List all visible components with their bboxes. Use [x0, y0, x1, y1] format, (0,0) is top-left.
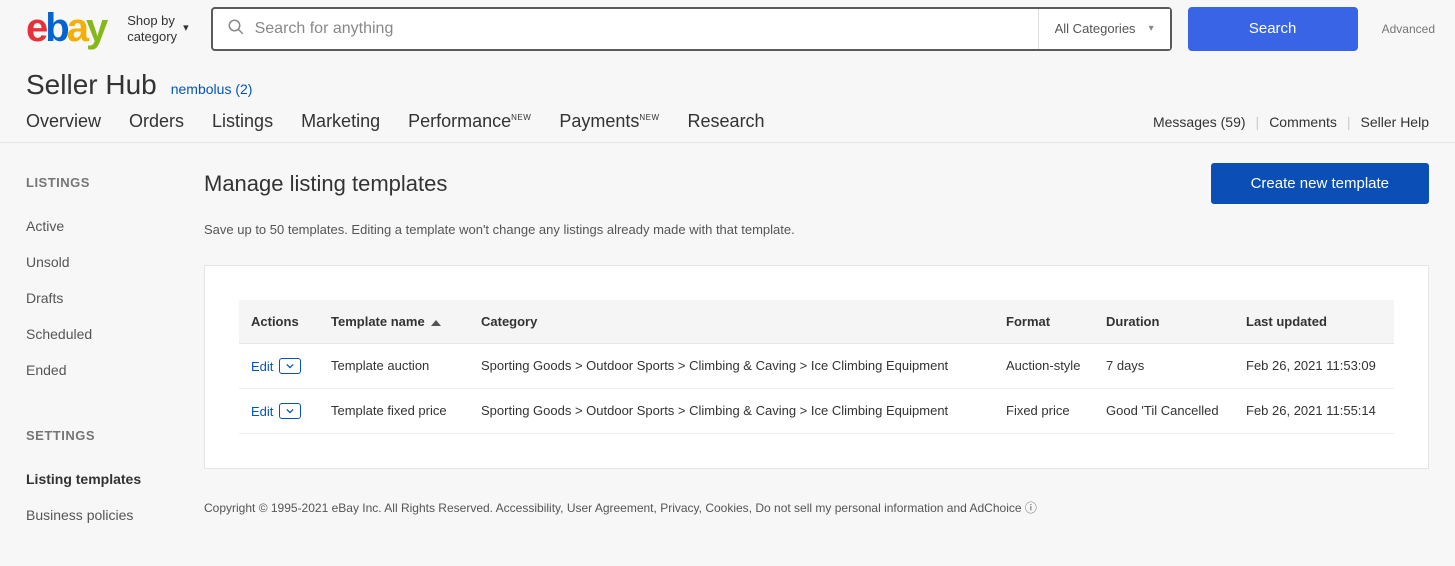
templates-table-card: Actions Template name Category Format Du… [204, 265, 1429, 469]
cell-duration: Good 'Til Cancelled [1094, 389, 1234, 434]
comments-link[interactable]: Comments [1269, 114, 1337, 130]
footer-copyright: Copyright © 1995-2021 eBay Inc. All Righ… [204, 501, 496, 515]
th-last-updated: Last updated [1234, 300, 1394, 344]
footer-cookies[interactable]: Cookies [705, 501, 748, 515]
cell-format: Fixed price [994, 389, 1094, 434]
sidebar-item-active[interactable]: Active [26, 208, 176, 244]
edit-link[interactable]: Edit [251, 359, 273, 374]
sidebar-item-drafts[interactable]: Drafts [26, 280, 176, 316]
row-actions-dropdown[interactable] [279, 358, 301, 374]
footer-donotsell[interactable]: Do not sell my personal information [755, 501, 943, 515]
username-link[interactable]: nembolus [171, 81, 232, 97]
sidebar-heading-listings: LISTINGS [26, 175, 176, 190]
tab-orders[interactable]: Orders [129, 111, 184, 132]
seller-hub-title: Seller Hub [26, 69, 157, 101]
page-subtext: Save up to 50 templates. Editing a templ… [204, 222, 1429, 237]
messages-link[interactable]: Messages (59) [1153, 114, 1246, 130]
th-duration: Duration [1094, 300, 1234, 344]
sidebar-item-ended[interactable]: Ended [26, 352, 176, 388]
tab-marketing[interactable]: Marketing [301, 111, 380, 132]
shop-by-category[interactable]: Shop by category ▾ [127, 13, 188, 44]
footer-user-agreement[interactable]: User Agreement [567, 501, 654, 515]
footer-privacy[interactable]: Privacy [660, 501, 698, 515]
tab-payments[interactable]: PaymentsNEW [559, 111, 659, 132]
row-actions-dropdown[interactable] [279, 403, 301, 419]
cell-duration: 7 days [1094, 344, 1234, 389]
header-bar: ebay Shop by category ▾ All Categories ▾… [0, 0, 1455, 61]
cell-last-updated: Feb 26, 2021 11:53:09 [1234, 344, 1394, 389]
tab-overview[interactable]: Overview [26, 111, 101, 132]
search-icon [227, 18, 245, 39]
sub-header: Seller Hub nembolus (2) [0, 61, 1455, 107]
table-row: Edit Template fixed price Sporting Goods… [239, 389, 1394, 434]
edit-link[interactable]: Edit [251, 404, 273, 419]
advanced-link[interactable]: Advanced [1382, 22, 1435, 36]
search-button[interactable]: Search [1188, 7, 1358, 51]
nav-tabs: Overview Orders Listings Marketing Perfo… [26, 111, 765, 132]
search-input[interactable] [255, 9, 1038, 49]
table-row: Edit Template auction Sporting Goods > O… [239, 344, 1394, 389]
cell-category: Sporting Goods > Outdoor Sports > Climbi… [469, 344, 994, 389]
adchoice-icon: ⓘ [1025, 501, 1037, 515]
shop-by-line1: Shop by [127, 13, 175, 28]
sidebar-item-business-policies[interactable]: Business policies [26, 497, 176, 533]
shop-by-line2: category [127, 29, 177, 44]
tab-research[interactable]: Research [688, 111, 765, 132]
page-title: Manage listing templates [204, 171, 447, 197]
th-template-name[interactable]: Template name [319, 300, 469, 344]
ebay-logo[interactable]: ebay [26, 6, 105, 51]
templates-table: Actions Template name Category Format Du… [239, 300, 1394, 434]
th-actions: Actions [239, 300, 319, 344]
sidebar-heading-settings: SETTINGS [26, 428, 176, 443]
create-new-template-button[interactable]: Create new template [1211, 163, 1429, 204]
main-panel: Manage listing templates Create new temp… [204, 163, 1429, 536]
right-links: Messages (59) | Comments | Seller Help [1153, 114, 1429, 130]
seller-help-link[interactable]: Seller Help [1361, 114, 1429, 130]
user-count[interactable]: (2) [235, 81, 252, 97]
th-format: Format [994, 300, 1094, 344]
tab-listings[interactable]: Listings [212, 111, 273, 132]
category-select[interactable]: All Categories [1038, 9, 1170, 49]
tab-performance[interactable]: PerformanceNEW [408, 111, 531, 132]
cell-template-name: Template auction [319, 344, 469, 389]
sidebar-item-unsold[interactable]: Unsold [26, 244, 176, 280]
nav-row: Overview Orders Listings Marketing Perfo… [0, 107, 1455, 143]
cell-format: Auction-style [994, 344, 1094, 389]
footer: Copyright © 1995-2021 eBay Inc. All Righ… [204, 499, 1429, 536]
footer-accessibility[interactable]: Accessibility [496, 501, 560, 515]
th-category: Category [469, 300, 994, 344]
footer-adchoice[interactable]: AdChoice [970, 501, 1022, 515]
cell-template-name: Template fixed price [319, 389, 469, 434]
sidebar-item-listing-templates[interactable]: Listing templates [26, 461, 176, 497]
search-bar: All Categories ▾ [211, 7, 1172, 51]
cell-category: Sporting Goods > Outdoor Sports > Climbi… [469, 389, 994, 434]
sidebar: LISTINGS Active Unsold Drafts Scheduled … [26, 163, 176, 536]
content: LISTINGS Active Unsold Drafts Scheduled … [0, 143, 1455, 566]
sidebar-item-scheduled[interactable]: Scheduled [26, 316, 176, 352]
chevron-down-icon: ▾ [183, 22, 189, 35]
cell-last-updated: Feb 26, 2021 11:55:14 [1234, 389, 1394, 434]
